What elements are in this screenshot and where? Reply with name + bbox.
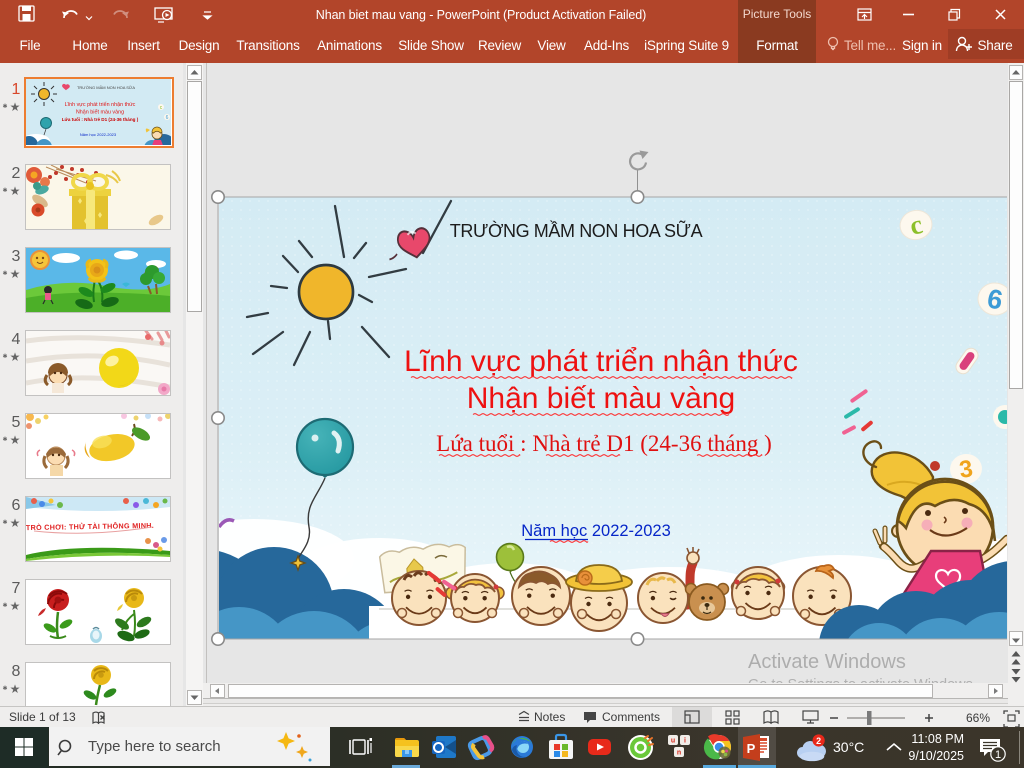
svg-text:2: 2	[816, 736, 821, 746]
svg-text:TRƯỜNG MẦM NON HOA SỮA: TRƯỜNG MẦM NON HOA SỮA	[77, 85, 135, 90]
svg-text:P: P	[747, 741, 756, 756]
svg-text:n: n	[677, 750, 681, 757]
svg-text:u: u	[671, 738, 675, 745]
svg-text:i: i	[684, 738, 686, 745]
svg-text:Nhận biết màu vàng: Nhận biết màu vàng	[76, 110, 124, 116]
svg-text:Năm học 2022-2023: Năm học 2022-2023	[80, 132, 117, 137]
svg-text:Lĩnh vực phát triển nhận thức: Lĩnh vực phát triển nhận thức	[65, 101, 136, 108]
svg-text:Lứa tuổi : Nhà trẻ D1 (24-36 t: Lứa tuổi : Nhà trẻ D1 (24-36 tháng )	[62, 116, 139, 122]
svg-text:6: 6	[166, 115, 169, 121]
svg-text:1: 1	[995, 749, 1001, 761]
